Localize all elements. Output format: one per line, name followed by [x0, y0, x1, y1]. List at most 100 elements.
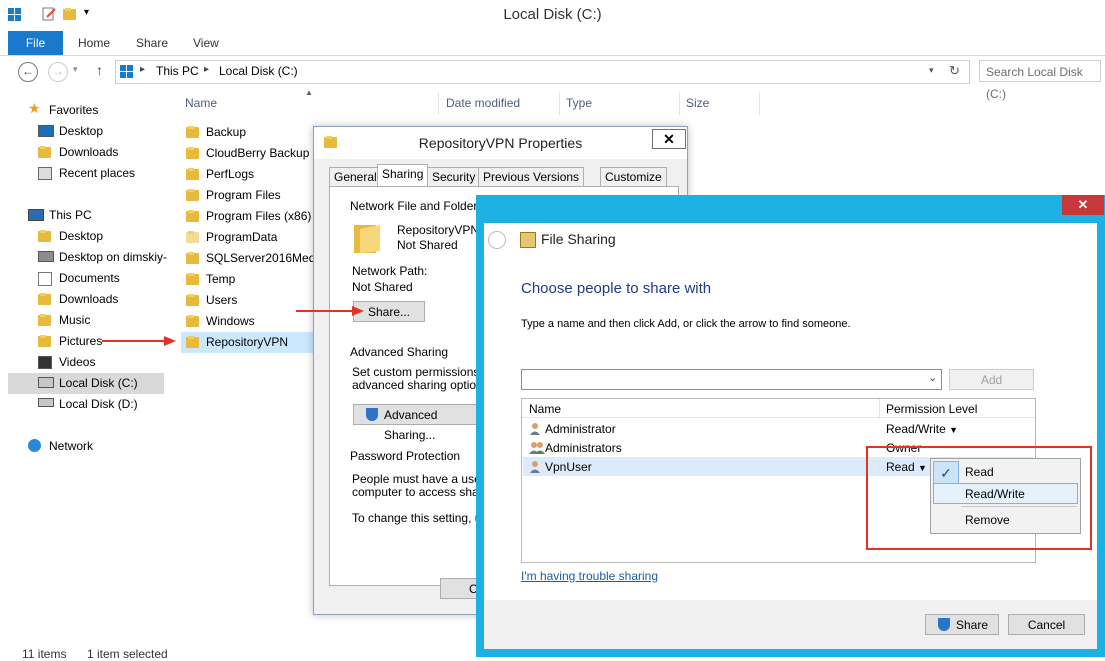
advanced-sharing-button[interactable]: Advanced Sharing...: [353, 404, 481, 442]
folder-icon: [186, 294, 199, 306]
this-pc-icon: [120, 65, 133, 81]
close-icon[interactable]: ✕: [1062, 195, 1104, 215]
shield-icon: [938, 618, 950, 631]
user-name: Administrators: [545, 441, 622, 455]
column-size[interactable]: Size: [680, 92, 760, 115]
folder-icon: [186, 126, 199, 138]
user-name: VpnUser: [545, 460, 592, 474]
breadcrumb-separator-icon: ▸: [204, 64, 210, 75]
search-input[interactable]: Search Local Disk (C:): [979, 60, 1101, 101]
advanced-sharing-text: Set custom permissions, cr: [352, 365, 497, 379]
annotation-arrow-share: [296, 306, 364, 316]
instruction-text: Type a name and then click Add, or click…: [521, 318, 851, 330]
column-permission-level[interactable]: Permission Level: [886, 402, 977, 416]
file-row-selected[interactable]: RepositoryVPN: [181, 332, 313, 353]
address-box[interactable]: ▸ This PC ▸ Local Disk (C:) ▾ ↻: [115, 60, 970, 84]
column-date-modified[interactable]: Date modified: [440, 92, 560, 115]
annotation-arrow-pictures: [102, 336, 176, 346]
file-sharing-dialog: ✕ File Sharing Choose people to share wi…: [476, 195, 1105, 657]
desktop-icon: [38, 125, 54, 137]
sort-ascending-icon: ▲: [305, 88, 313, 97]
folder-icon: [186, 252, 199, 264]
network-file-folder-group: Network File and Folder Sh: [350, 199, 496, 213]
file-sharing-footer: Share Cancel: [484, 600, 1097, 649]
user-name: Administrator: [545, 422, 616, 436]
back-icon[interactable]: [488, 231, 506, 249]
tab-previous-versions[interactable]: Previous Versions: [478, 167, 585, 187]
file-sharing-header: File Sharing: [484, 223, 1097, 258]
tab-view[interactable]: View: [193, 31, 219, 55]
tab-general[interactable]: General: [329, 167, 382, 187]
navigation-pane: ★ Favorites Desktop Downloads Recent pla…: [0, 98, 168, 638]
sharing-users-icon: [520, 232, 536, 248]
trouble-sharing-link[interactable]: I'm having trouble sharing: [521, 569, 658, 583]
password-protection-group: Password Protection: [350, 449, 461, 463]
forward-icon[interactable]: →: [48, 62, 68, 82]
network-icon: [28, 439, 41, 452]
tab-sharing[interactable]: Sharing: [377, 164, 429, 186]
status-selection: 1 item selected: [87, 647, 168, 661]
cancel-button[interactable]: Cancel: [1008, 614, 1085, 635]
folder-icon: [186, 168, 199, 180]
downloads-folder-icon: [38, 293, 51, 305]
status-item-count: 11 items: [22, 647, 67, 661]
password-protection-text: To change this setting, use: [352, 511, 495, 525]
advanced-sharing-text: advanced sharing options.: [352, 378, 493, 392]
chevron-down-icon: ▼: [949, 425, 959, 435]
choose-people-heading: Choose people to share with: [521, 280, 712, 297]
star-icon: ★: [28, 100, 41, 116]
tab-security[interactable]: Security: [427, 167, 481, 187]
window-title: Local Disk (C:): [503, 6, 602, 23]
add-button[interactable]: Add: [949, 369, 1034, 390]
close-icon[interactable]: ✕: [652, 129, 686, 149]
recent-places-icon: [38, 167, 52, 180]
drive-icon: [38, 377, 54, 388]
breadcrumb-local-disk[interactable]: Local Disk (C:): [219, 64, 298, 78]
user-icon: [529, 460, 541, 476]
network-path-value: Not Shared: [352, 280, 413, 294]
permission-dropdown[interactable]: Read/Write ▼: [886, 422, 958, 436]
pictures-folder-icon: [38, 335, 51, 347]
folder-icon: [186, 147, 199, 159]
group-icon: [529, 441, 545, 457]
address-dropdown-icon[interactable]: ▾: [929, 65, 934, 76]
column-type[interactable]: Type: [560, 92, 680, 115]
breadcrumb-this-pc[interactable]: This PC: [156, 64, 199, 78]
recent-locations-icon[interactable]: ▾: [73, 64, 78, 75]
videos-icon: [38, 356, 52, 369]
folder-icon: [186, 231, 199, 243]
network-drive-icon: [38, 251, 54, 262]
chevron-down-icon[interactable]: ⌄: [928, 371, 937, 384]
title-bar: ▾ Local Disk (C:): [0, 0, 1105, 31]
shield-icon: [366, 408, 378, 421]
ribbon: File Home Share View: [0, 31, 1105, 56]
tab-customize[interactable]: Customize: [600, 167, 667, 187]
tab-share[interactable]: Share: [136, 31, 168, 55]
documents-icon: [38, 272, 52, 286]
column-name[interactable]: Name: [529, 402, 561, 416]
up-icon[interactable]: ↑: [96, 62, 103, 78]
back-icon[interactable]: ←: [18, 62, 38, 82]
folder-icon: [186, 210, 199, 222]
folder-icon: [186, 189, 199, 201]
tab-file[interactable]: File: [8, 31, 63, 55]
refresh-icon[interactable]: ↻: [949, 63, 960, 79]
tab-home[interactable]: Home: [78, 31, 110, 55]
nav-pc-local-disk-c[interactable]: Local Disk (C:): [8, 373, 164, 394]
user-icon: [529, 422, 541, 438]
computer-icon: [28, 209, 44, 221]
properties-title: RepositoryVPN Properties: [418, 135, 583, 151]
annotation-highlight-box: [866, 446, 1092, 550]
breadcrumb-separator-icon: ▸: [140, 64, 146, 75]
folder-icon: [186, 273, 199, 285]
drive-icon: [38, 398, 54, 407]
people-combobox[interactable]: ⌄: [521, 369, 942, 390]
network-path-label: Network Path:: [352, 264, 428, 278]
password-protection-text: People must have a user a: [352, 472, 495, 486]
address-bar-row: ← → ▾ ↑ ▸ This PC ▸ Local Disk (C:) ▾ ↻ …: [0, 56, 1105, 101]
column-divider: [879, 399, 880, 417]
share-button[interactable]: Share: [925, 614, 999, 635]
folder-icon: [186, 315, 199, 327]
downloads-folder-icon: [38, 146, 51, 158]
ok-button[interactable]: C: [440, 578, 480, 599]
